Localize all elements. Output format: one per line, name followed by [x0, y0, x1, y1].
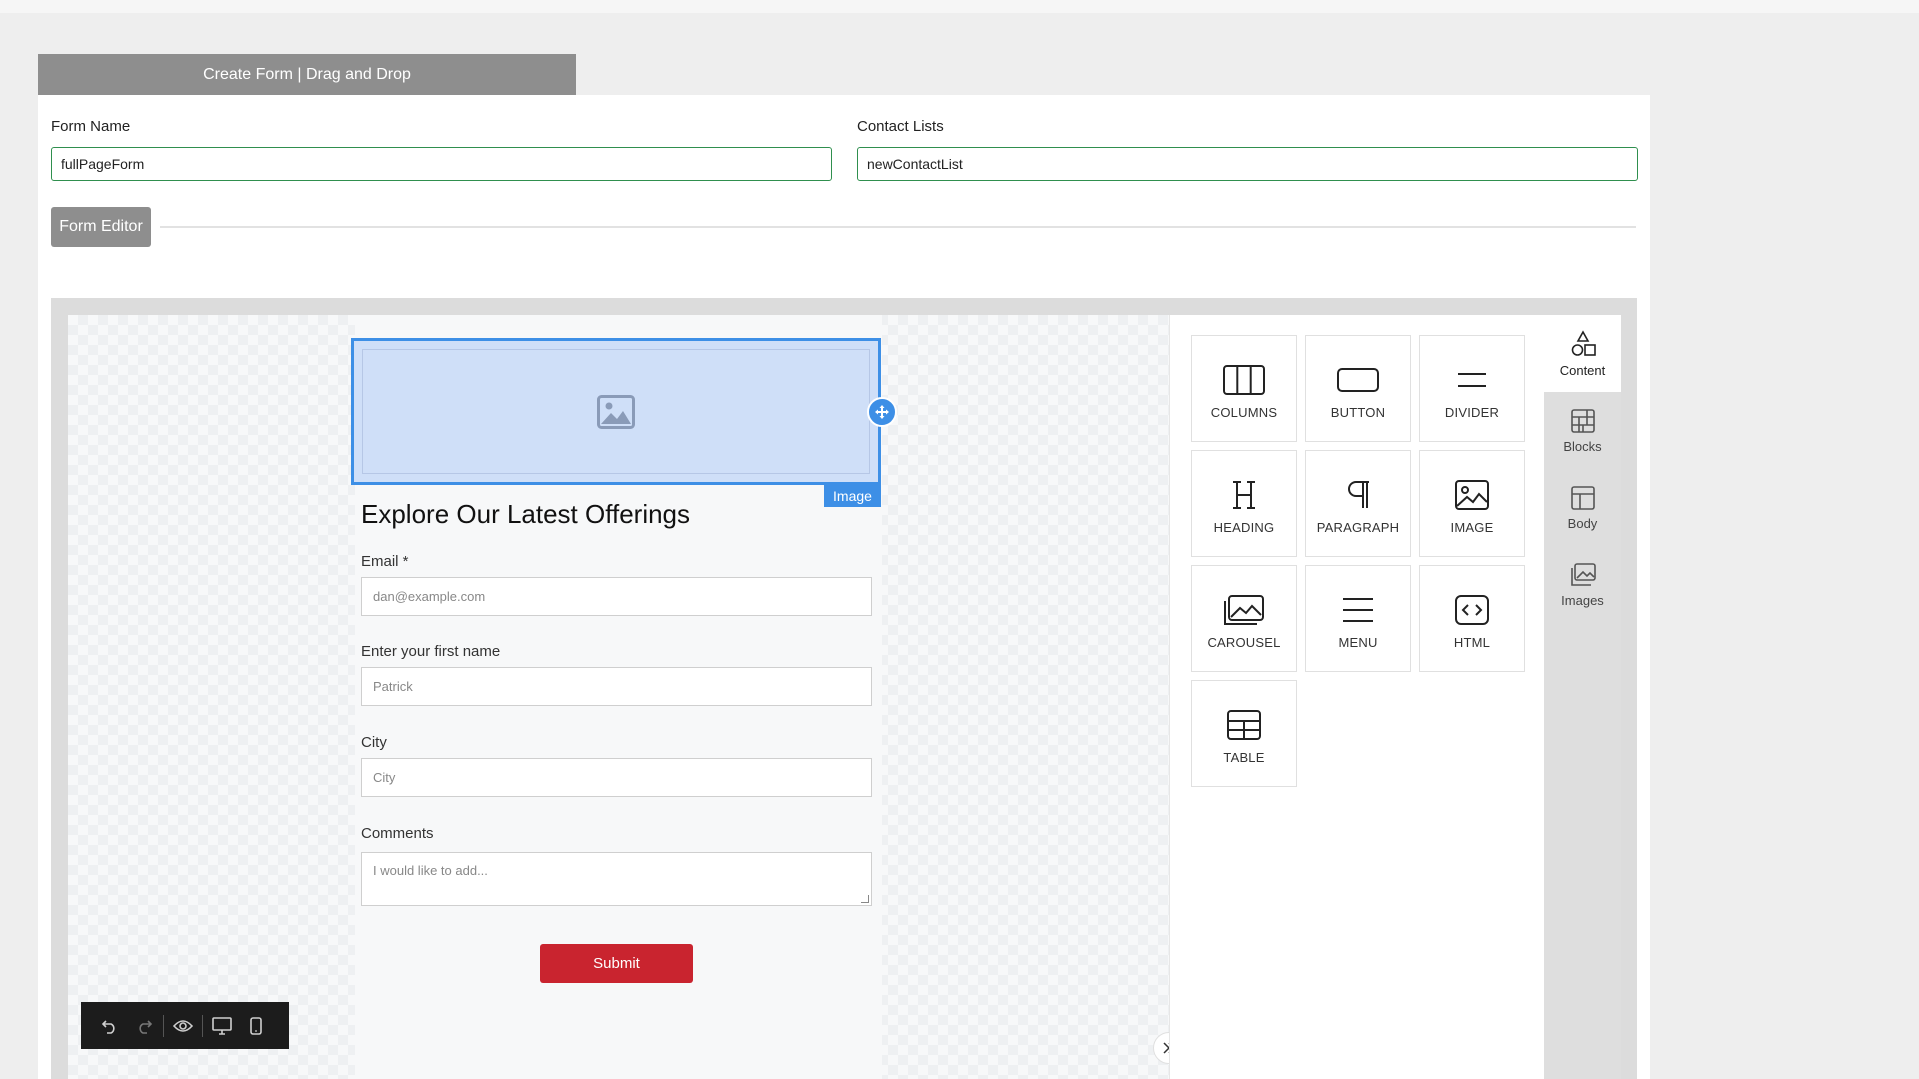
block-label: DIVIDER — [1444, 405, 1500, 420]
mobile-icon — [250, 1016, 262, 1035]
form-name-label: Form Name — [51, 118, 131, 135]
email-field[interactable]: dan@example.com — [361, 577, 872, 616]
heading-icon — [1233, 481, 1255, 509]
comments-field[interactable]: I would like to add... — [361, 852, 872, 906]
contact-lists-input[interactable] — [857, 147, 1638, 181]
contact-lists-label: Contact Lists — [857, 118, 944, 135]
shapes-icon — [1571, 329, 1596, 356]
section-divider — [160, 226, 1636, 228]
submit-button[interactable]: Submit — [540, 944, 693, 983]
carousel-icon — [1224, 595, 1264, 625]
comments-label: Comments — [361, 825, 434, 842]
first-name-label: Enter your first name — [361, 643, 501, 660]
undo-icon — [101, 1019, 115, 1034]
block-menu[interactable]: MENU — [1305, 565, 1411, 672]
tab-label: Content — [1559, 362, 1606, 378]
block-paragraph[interactable]: PARAGRAPH — [1305, 450, 1411, 557]
move-handle[interactable] — [867, 397, 897, 427]
block-label: CAROUSEL — [1207, 635, 1281, 650]
city-field[interactable]: City — [361, 758, 872, 797]
block-label: PARAGRAPH — [1316, 520, 1400, 535]
form-card: Form Name Contact Lists Form Editor Imag… — [38, 95, 1650, 1079]
desktop-view-button[interactable] — [205, 1002, 239, 1049]
form-editor-button[interactable]: Form Editor — [51, 207, 151, 247]
image-icon — [1455, 480, 1489, 510]
editor-toolbar — [81, 1002, 289, 1049]
block-table[interactable]: TABLE — [1191, 680, 1297, 787]
editor-frame: Image Explore Our Latest Offerings Email… — [51, 298, 1637, 1079]
mobile-view-button[interactable] — [239, 1002, 273, 1049]
comments-placeholder: I would like to add... — [373, 863, 488, 878]
tab-images[interactable]: Images — [1544, 546, 1621, 623]
city-label: City — [361, 734, 387, 751]
block-heading[interactable]: HEADING — [1191, 450, 1297, 557]
redo-icon — [139, 1019, 153, 1034]
body-icon — [1570, 485, 1595, 510]
desktop-icon — [212, 1016, 232, 1035]
form-name-input[interactable] — [51, 147, 832, 181]
resize-grip[interactable] — [861, 895, 869, 903]
block-label: COLUMNS — [1210, 405, 1278, 420]
toolbar-separator — [202, 1014, 203, 1037]
block-columns[interactable]: COLUMNS — [1191, 335, 1297, 442]
tab-label: Images — [1561, 592, 1604, 608]
block-image[interactable]: IMAGE — [1419, 450, 1525, 557]
block-label: TABLE — [1223, 750, 1265, 765]
tab-content[interactable]: Content — [1544, 315, 1621, 392]
image-block-tag: Image — [824, 485, 881, 507]
images-icon — [1570, 562, 1596, 586]
block-label: MENU — [1338, 635, 1378, 650]
block-label: IMAGE — [1450, 520, 1494, 535]
tab-body[interactable]: Body — [1544, 469, 1621, 546]
tab-label: Body — [1567, 515, 1598, 531]
table-icon — [1227, 710, 1261, 740]
page-header-tab: Create Form | Drag and Drop — [38, 54, 576, 95]
image-block-selected[interactable] — [351, 338, 881, 485]
divider-icon — [1458, 373, 1486, 387]
first-name-field[interactable]: Patrick — [361, 667, 872, 706]
move-icon — [875, 405, 889, 419]
toolbar-separator — [163, 1014, 164, 1037]
image-placeholder — [362, 349, 870, 474]
email-label: Email * — [361, 553, 409, 570]
block-divider[interactable]: DIVIDER — [1419, 335, 1525, 442]
columns-icon — [1223, 365, 1265, 395]
redo-button[interactable] — [127, 1002, 161, 1049]
preview-button[interactable] — [166, 1002, 200, 1049]
paragraph-icon — [1348, 481, 1369, 508]
top-bar — [0, 0, 1919, 13]
button-icon — [1337, 368, 1379, 392]
block-html[interactable]: HTML — [1419, 565, 1525, 672]
design-canvas: Image Explore Our Latest Offerings Email… — [68, 315, 1169, 1079]
image-placeholder-icon — [597, 394, 635, 429]
menu-icon — [1343, 598, 1373, 622]
undo-button[interactable] — [93, 1002, 127, 1049]
html-icon — [1455, 595, 1489, 625]
block-label: HTML — [1453, 635, 1491, 650]
block-label: HEADING — [1213, 520, 1275, 535]
tab-blocks[interactable]: Blocks — [1544, 392, 1621, 469]
block-label: BUTTON — [1330, 405, 1386, 420]
tab-label: Blocks — [1563, 438, 1602, 454]
content-blocks-panel: COLUMNS BUTTON DIVIDER HEADING PARAGRAPH… — [1169, 315, 1544, 1079]
blocks-icon — [1570, 408, 1595, 433]
block-button[interactable]: BUTTON — [1305, 335, 1411, 442]
eye-icon — [173, 1019, 193, 1032]
form-heading: Explore Our Latest Offerings — [361, 499, 691, 529]
block-carousel[interactable]: CAROUSEL — [1191, 565, 1297, 672]
side-tab-rail: Content Blocks Body Images — [1544, 315, 1621, 1079]
